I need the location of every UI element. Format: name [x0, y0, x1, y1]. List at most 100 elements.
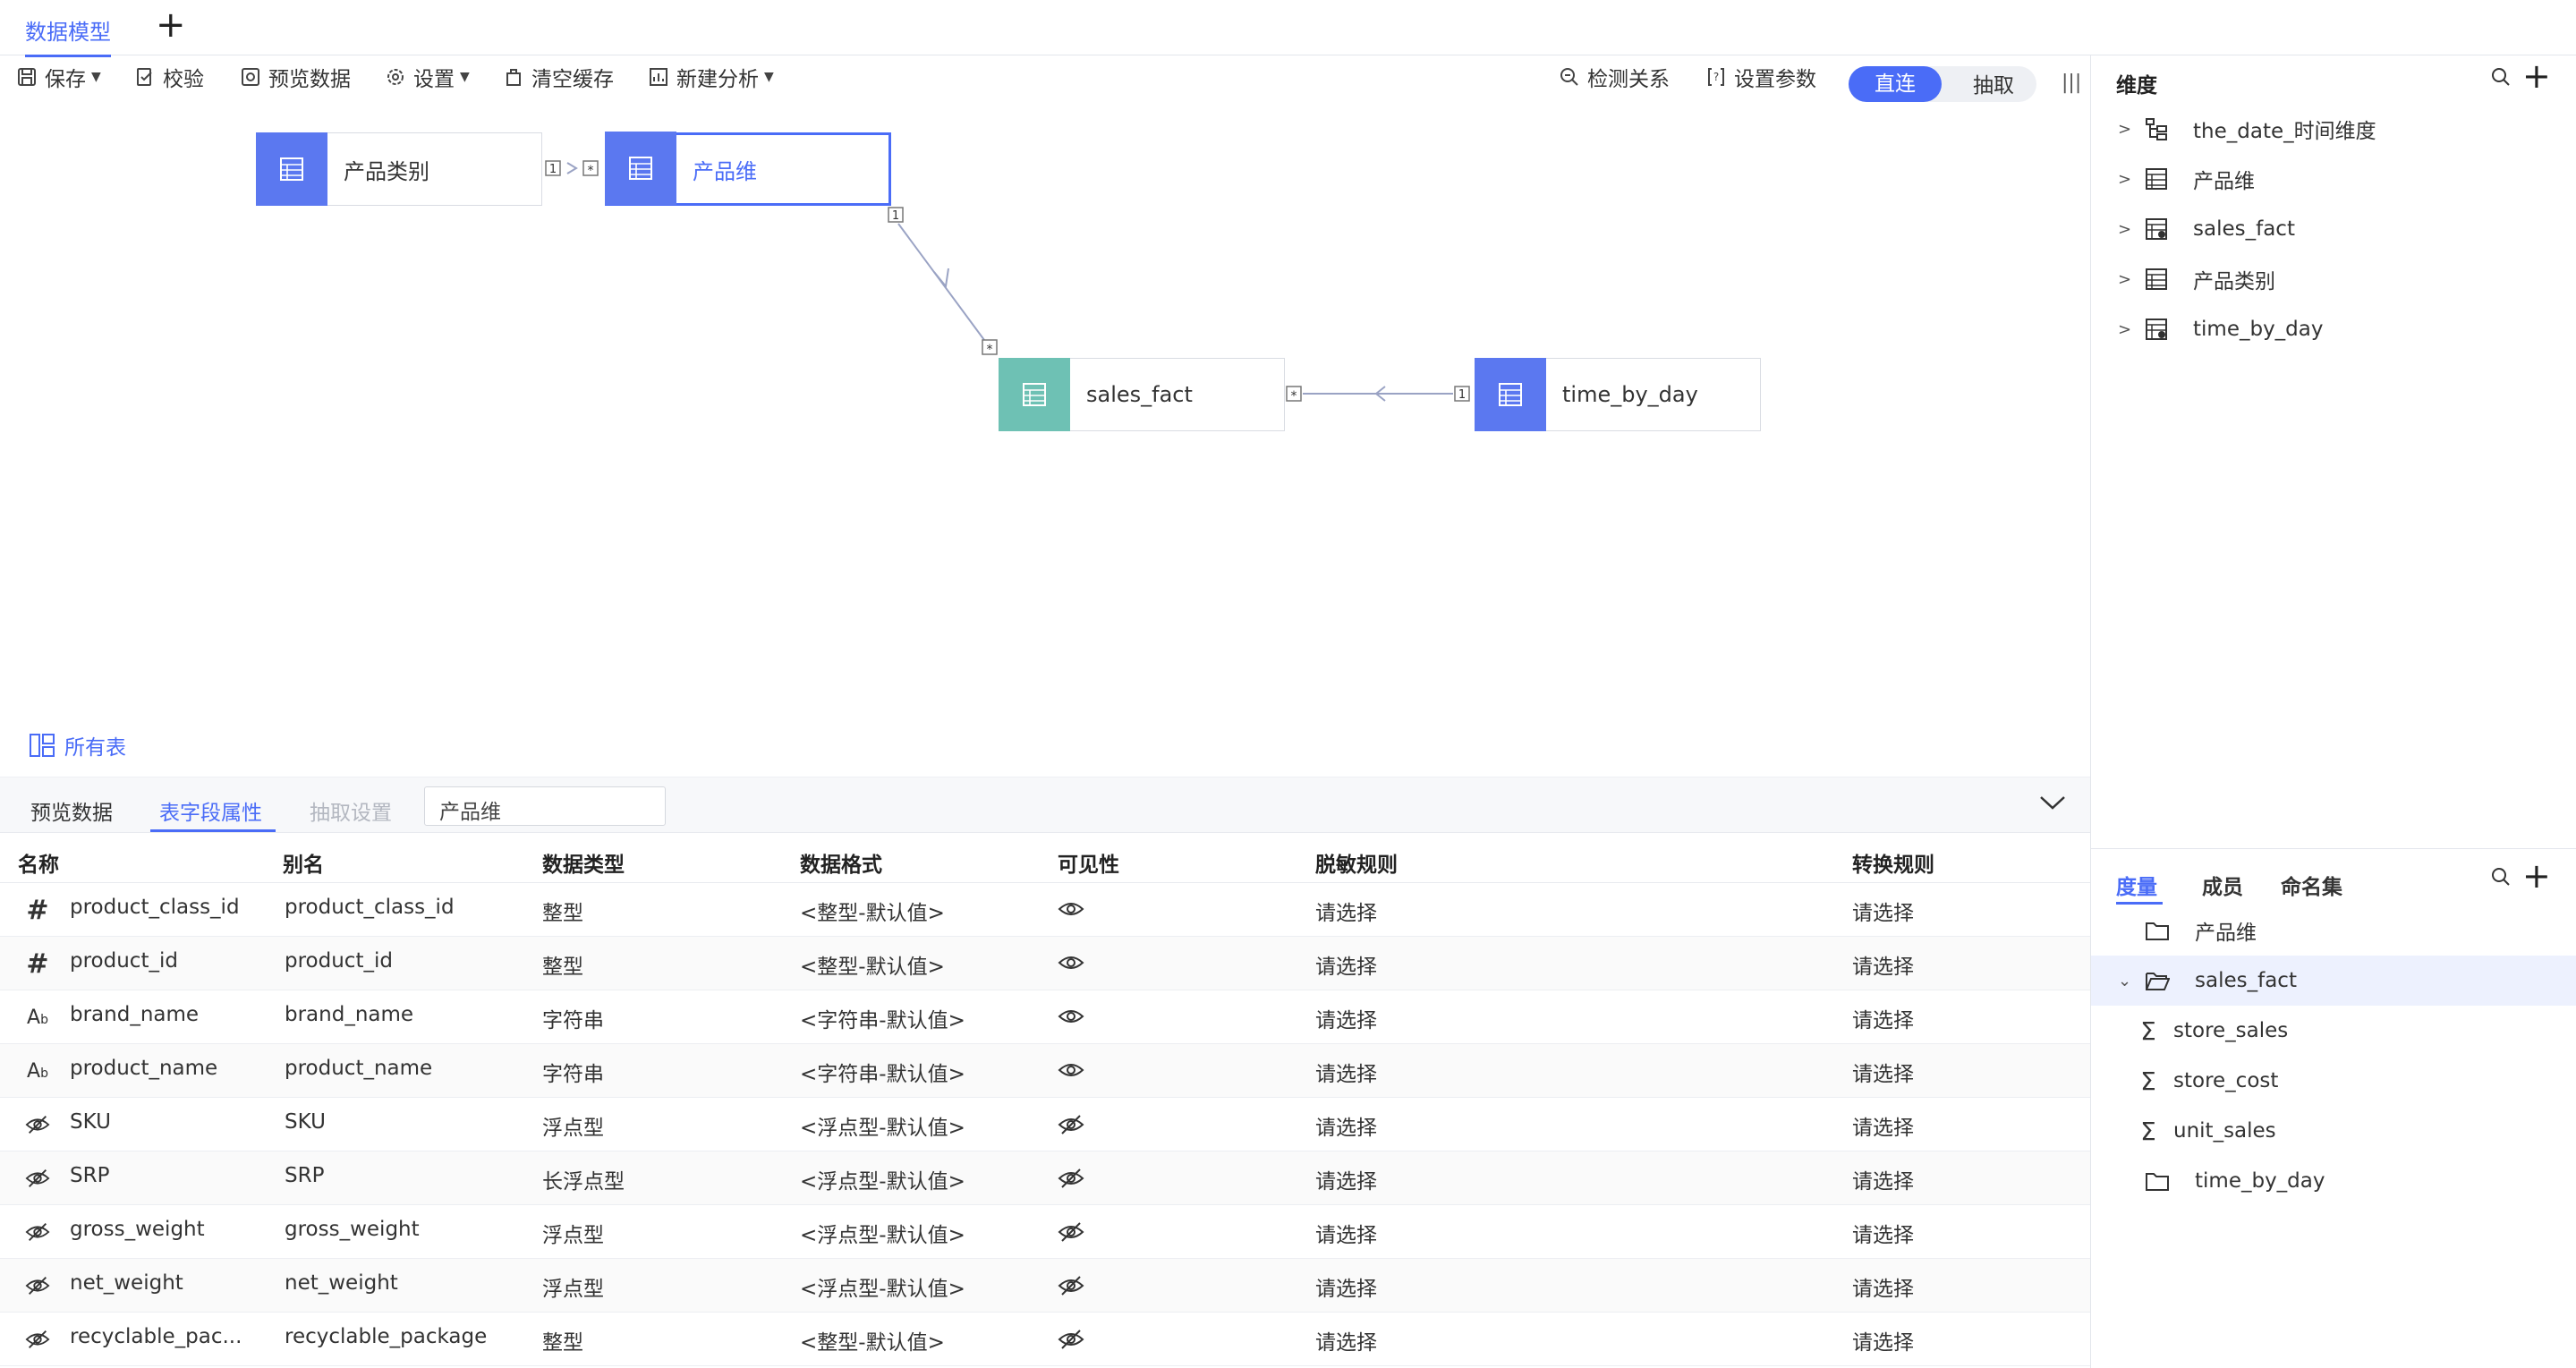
measure-item[interactable]: Σstore_cost [2091, 1056, 2576, 1106]
eye-icon[interactable] [1058, 1007, 1084, 1032]
mask-rule-select[interactable]: 请选择 [1315, 1164, 1377, 1194]
transform-rule-select[interactable]: 请选择 [1852, 1057, 1914, 1087]
mode-direct-option[interactable]: 直连 [1849, 66, 1942, 102]
eye-off-icon[interactable] [1058, 1329, 1084, 1355]
table-row[interactable]: SKU SKU 浮点型 <浮点型-默认值> 请选择 请选择 [0, 1098, 2090, 1151]
transform-rule-select[interactable]: 请选择 [1852, 1164, 1914, 1194]
eye-off-icon[interactable] [1058, 1221, 1084, 1248]
eye-icon[interactable] [1058, 899, 1084, 924]
col-visibility[interactable]: 可见性 [1058, 847, 1119, 878]
field-alias[interactable]: net_weight [285, 1271, 398, 1295]
measure-folder[interactable]: ⌄ sales_fact [2091, 956, 2576, 1006]
save-button[interactable]: 保存 ▼ [16, 59, 101, 95]
table-select[interactable]: 产品维 [424, 786, 666, 826]
search-icon[interactable] [2490, 66, 2512, 88]
chevron-right-icon[interactable]: > [2118, 120, 2145, 139]
transform-rule-select[interactable]: 请选择 [1852, 1271, 1914, 1302]
table-row[interactable]: # product_id product_id 整型 <整型-默认值> 请选择 请选择 [0, 937, 2090, 990]
link-class-to-product[interactable]: 1 * [545, 160, 599, 178]
node-product-dim[interactable]: 产品维 [605, 131, 891, 206]
table-row[interactable]: Ab brand_name brand_name 字符串 <字符串-默认值> 请选择 请选择 [0, 990, 2090, 1044]
chevron-down-icon[interactable] [2038, 794, 2067, 811]
transform-rule-select[interactable]: 请选择 [1852, 1218, 1914, 1248]
field-alias[interactable]: gross_weight [285, 1218, 420, 1241]
add-dimension-button[interactable]: + [2522, 59, 2551, 93]
eye-off-icon[interactable] [1058, 1275, 1084, 1302]
add-measure-button[interactable]: + [2522, 859, 2551, 893]
field-alias[interactable]: product_id [285, 949, 393, 973]
field-alias[interactable]: SRP [285, 1164, 324, 1187]
col-name[interactable]: 名称 [18, 847, 59, 878]
dimension-item[interactable]: > sales_fact [2091, 204, 2576, 254]
transform-rule-select[interactable]: 请选择 [1852, 1110, 1914, 1141]
table-row[interactable]: Ab product_name product_name 字符串 <字符串-默认值> 请选… [0, 1044, 2090, 1098]
mask-rule-select[interactable]: 请选择 [1315, 896, 1377, 926]
link-product-to-fact[interactable]: 1 * [888, 207, 998, 357]
link-time-to-fact[interactable]: * 1 [1286, 386, 1470, 404]
col-data-type[interactable]: 数据类型 [542, 847, 625, 878]
all-tables-button[interactable]: 所有表 [29, 730, 126, 760]
mask-rule-select[interactable]: 请选择 [1315, 1110, 1377, 1141]
node-product-class[interactable]: 产品类别 [256, 132, 542, 206]
dimension-item[interactable]: > 产品类别 [2091, 254, 2576, 304]
table-row[interactable]: gross_weight gross_weight 浮点型 <浮点型-默认值> 请选择 请… [0, 1205, 2090, 1259]
add-tab-button[interactable]: + [156, 7, 186, 43]
table-row[interactable]: recyclable_pac... recyclable_package 整型 <整型… [0, 1313, 2090, 1366]
tab-data-model[interactable]: 数据模型 [25, 0, 111, 57]
col-mask-rule[interactable]: 脱敏规则 [1315, 847, 1398, 878]
set-params-button[interactable]: ? 设置参数 [1705, 59, 1816, 95]
dimension-item[interactable]: > 产品维 [2091, 154, 2576, 204]
chevron-right-icon[interactable]: > [2118, 220, 2145, 239]
measure-folder[interactable]: 产品维 [2091, 905, 2576, 956]
connection-mode-toggle[interactable]: 直连 抽取 [1849, 66, 2036, 102]
transform-rule-select[interactable]: 请选择 [1852, 896, 1914, 926]
tab-preview-data[interactable]: 预览数据 [30, 795, 113, 826]
mask-rule-select[interactable]: 请选择 [1315, 1325, 1377, 1355]
field-alias[interactable]: brand_name [285, 1003, 413, 1026]
tab-measures[interactable]: 度量 [2116, 870, 2157, 900]
field-alias[interactable]: SKU [285, 1110, 326, 1134]
settings-button[interactable]: 设置 ▼ [385, 59, 470, 95]
measure-item[interactable]: Σstore_sales [2091, 1006, 2576, 1056]
model-canvas[interactable]: 1 * 1 * * 1 产品类别 产品维 sales_fact time_by_… [0, 107, 2090, 777]
clear-cache-button[interactable]: 清空缓存 [503, 59, 614, 95]
node-sales-fact[interactable]: sales_fact [999, 357, 1285, 431]
mask-rule-select[interactable]: 请选择 [1315, 1271, 1377, 1302]
table-row[interactable]: # product_class_id product_class_id 整型 <整型-默… [0, 883, 2090, 937]
col-data-format[interactable]: 数据格式 [800, 847, 882, 878]
tab-members[interactable]: 成员 [2202, 870, 2243, 900]
transform-rule-select[interactable]: 请选择 [1852, 1325, 1914, 1355]
mask-rule-select[interactable]: 请选择 [1315, 1003, 1377, 1033]
eye-off-icon[interactable] [1058, 1168, 1084, 1194]
field-alias[interactable]: product_class_id [285, 896, 455, 919]
dimension-item[interactable]: > time_by_day [2091, 304, 2576, 354]
column-toggle-icon[interactable]: ||| [2062, 72, 2081, 94]
chevron-right-icon[interactable]: > [2118, 170, 2145, 189]
table-row[interactable]: SRP SRP 长浮点型 <浮点型-默认值> 请选择 请选择 [0, 1151, 2090, 1205]
measure-item[interactable]: Σunit_sales [2091, 1106, 2576, 1156]
field-alias[interactable]: product_name [285, 1057, 432, 1080]
col-alias[interactable]: 别名 [283, 847, 324, 878]
mask-rule-select[interactable]: 请选择 [1315, 1057, 1377, 1087]
transform-rule-select[interactable]: 请选择 [1852, 1003, 1914, 1033]
tab-named-sets[interactable]: 命名集 [2281, 870, 2342, 900]
chevron-right-icon[interactable]: > [2118, 270, 2145, 289]
mask-rule-select[interactable]: 请选择 [1315, 949, 1377, 980]
col-transform-rule[interactable]: 转换规则 [1852, 847, 1934, 878]
preview-data-button[interactable]: 预览数据 [240, 59, 351, 95]
eye-icon[interactable] [1058, 953, 1084, 978]
transform-rule-select[interactable]: 请选择 [1852, 949, 1914, 980]
chevron-down-icon[interactable]: ⌄ [2118, 972, 2145, 990]
table-row[interactable]: net_weight net_weight 浮点型 <浮点型-默认值> 请选择 请选择 [0, 1259, 2090, 1313]
dimension-item[interactable]: > the_date_时间维度 [2091, 104, 2576, 154]
tab-field-properties[interactable]: 表字段属性 [159, 795, 262, 826]
search-icon[interactable] [2490, 866, 2512, 888]
measure-folder[interactable]: time_by_day [2091, 1156, 2576, 1206]
mode-extract-option[interactable]: 抽取 [1951, 66, 2036, 102]
new-analysis-button[interactable]: 新建分析 ▼ [648, 59, 774, 95]
eye-off-icon[interactable] [1058, 1114, 1084, 1141]
field-alias[interactable]: recyclable_package [285, 1325, 487, 1348]
detect-relations-button[interactable]: 检测关系 [1559, 59, 1670, 95]
chevron-right-icon[interactable]: > [2118, 320, 2145, 339]
node-time-by-day[interactable]: time_by_day [1475, 357, 1761, 431]
